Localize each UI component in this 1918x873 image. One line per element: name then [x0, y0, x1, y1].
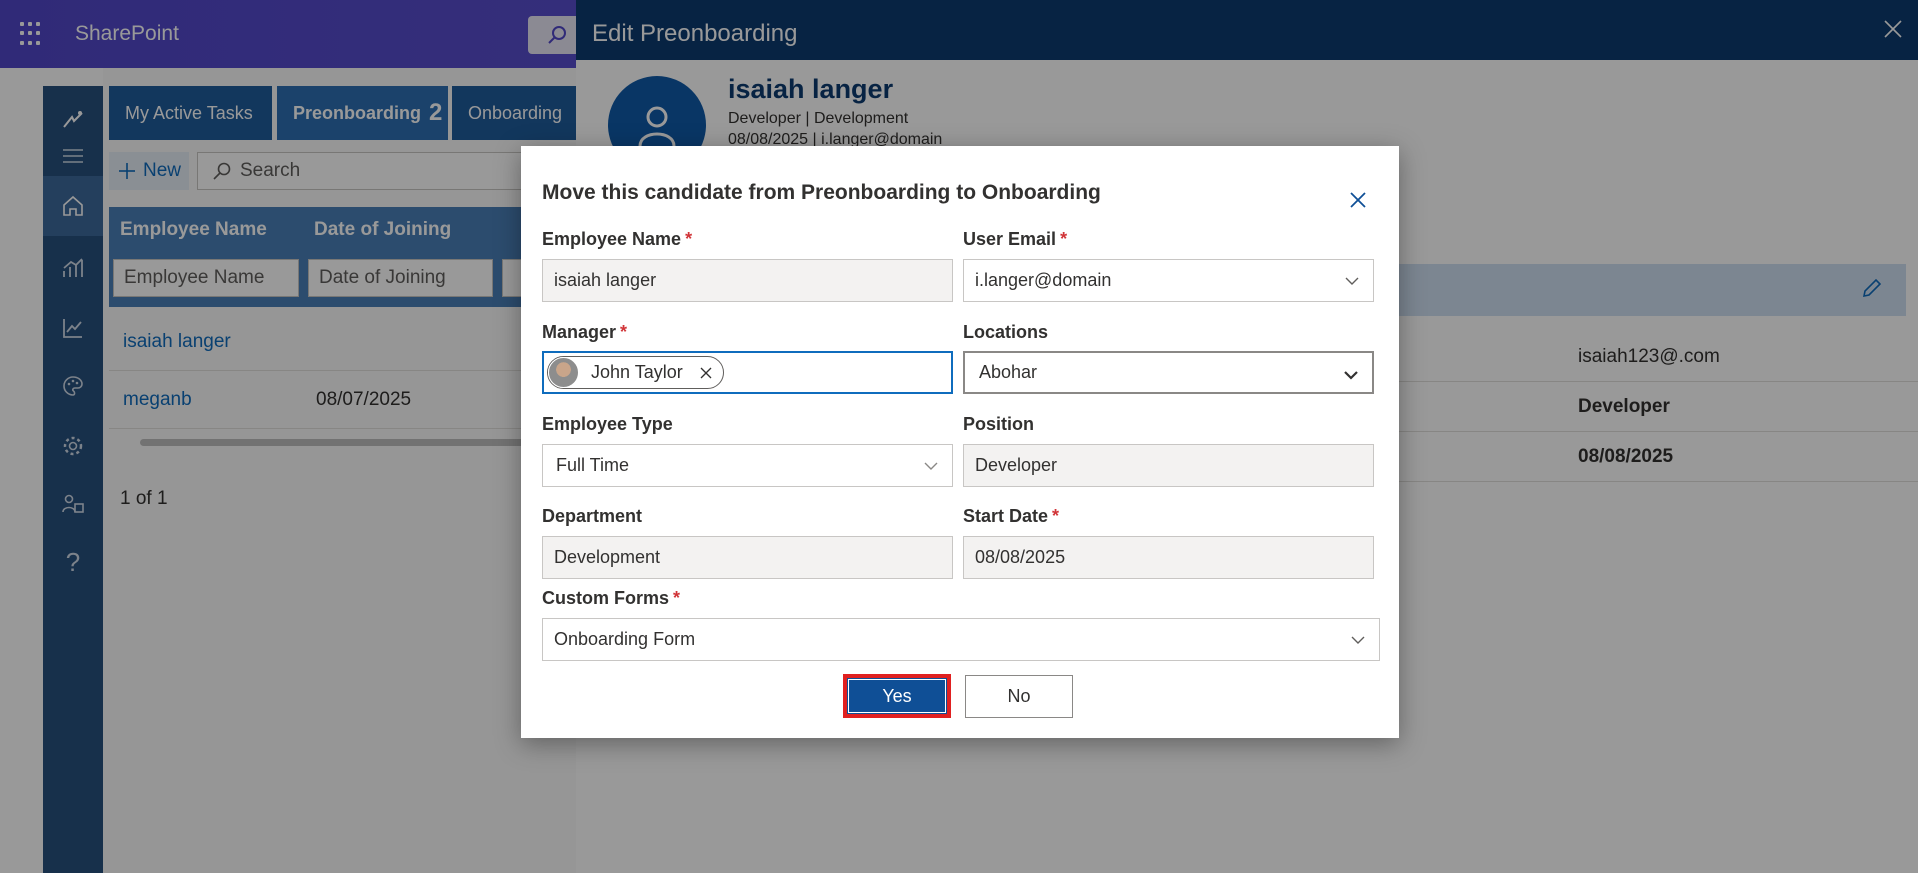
close-icon: [1350, 192, 1366, 208]
dialog-title: Move this candidate from Preonboarding t…: [542, 181, 1101, 204]
required-mark: *: [1060, 229, 1068, 249]
dialog-close-button[interactable]: [1344, 186, 1372, 214]
chevron-down-icon: [1345, 277, 1359, 285]
start-date-label: Start Date *: [963, 506, 1060, 526]
avatar: [548, 357, 579, 388]
custom-forms-dropdown[interactable]: Onboarding Form: [542, 618, 1380, 661]
user-email-dropdown[interactable]: i.langer@domain: [963, 259, 1374, 302]
chevron-down-icon: [1351, 636, 1365, 644]
no-button[interactable]: No: [965, 675, 1073, 718]
manager-people-picker[interactable]: John Taylor: [542, 351, 953, 394]
required-mark: *: [673, 588, 681, 608]
employee-name-label: Employee Name *: [542, 229, 693, 249]
manager-persona-chip[interactable]: John Taylor: [547, 356, 724, 389]
manager-label: Manager *: [542, 322, 628, 342]
position-field[interactable]: Developer: [963, 444, 1374, 487]
employee-type-dropdown[interactable]: Full Time: [542, 444, 953, 487]
start-date-field[interactable]: 08/08/2025: [963, 536, 1374, 579]
chevron-down-icon: [924, 462, 938, 470]
user-email-label: User Email *: [963, 229, 1068, 249]
employee-type-label: Employee Type: [542, 414, 673, 434]
department-label: Department: [542, 506, 643, 526]
locations-dropdown[interactable]: Abohar: [963, 351, 1374, 394]
locations-label: Locations: [963, 322, 1049, 342]
move-candidate-dialog: Move this candidate from Preonboarding t…: [521, 146, 1399, 738]
department-field[interactable]: Development: [542, 536, 953, 579]
chevron-down-icon: [1344, 371, 1358, 380]
position-label: Position: [963, 414, 1034, 434]
required-mark: *: [685, 229, 693, 249]
remove-icon[interactable]: [699, 366, 713, 380]
required-mark: *: [1052, 506, 1060, 526]
yes-button[interactable]: Yes: [843, 674, 951, 718]
employee-name-field[interactable]: isaiah langer: [542, 259, 953, 302]
manager-name: John Taylor: [591, 362, 683, 382]
custom-forms-label: Custom Forms *: [542, 588, 681, 608]
required-mark: *: [620, 322, 628, 342]
